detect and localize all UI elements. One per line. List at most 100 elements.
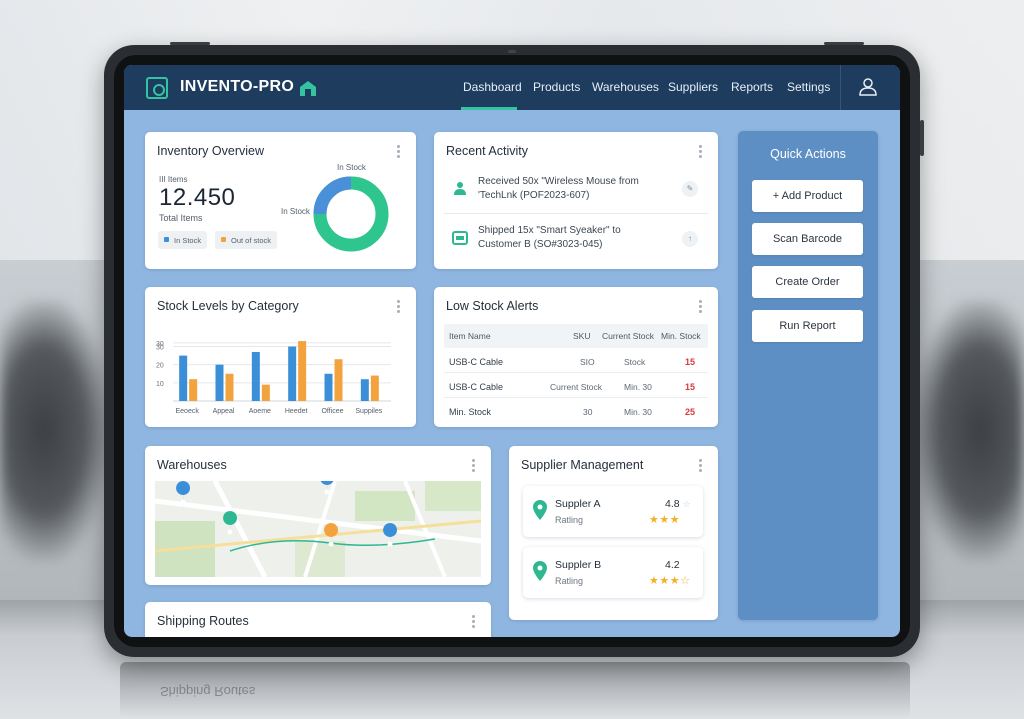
cell-current-stock: Stock [624, 357, 646, 367]
add-product-button[interactable]: + Add Product [752, 180, 863, 212]
cell-sku: Current Stock [550, 382, 602, 392]
bar [324, 373, 333, 401]
supplier-score: 4.2 [665, 559, 680, 571]
bar [288, 346, 297, 401]
supplier-rating-label: Ratling [555, 576, 584, 586]
x-tick-label: Suppiles [355, 408, 382, 415]
more-icon[interactable] [472, 615, 475, 628]
x-tick-label: Eeoeck [175, 408, 199, 415]
nav-settings[interactable]: Settings [787, 80, 830, 94]
quick-actions-title: Quick Actions [770, 147, 846, 161]
recent-activity-card: Recent Activity Received 50x "Wireless M… [434, 132, 718, 269]
supplier-name: Suppler B [555, 559, 602, 571]
more-icon[interactable] [699, 459, 702, 472]
donut-label-top: In Stock [337, 163, 366, 172]
inventory-overview-card: Inventory Overview III Items 12.450 Tota… [145, 132, 416, 269]
camera [508, 50, 516, 53]
x-tick-label: Heedet [285, 408, 308, 415]
brand-name: INVENTO-PRO [180, 78, 295, 95]
star-outline-icon: ☆ [682, 499, 691, 509]
background-chair-left [0, 300, 110, 560]
scan-box-icon [146, 77, 168, 99]
supplier-management-card: Supplier Management Suppler A Ratling 4.… [509, 446, 718, 620]
divider [444, 213, 708, 214]
more-icon[interactable] [472, 459, 475, 472]
bar [179, 355, 188, 401]
header-min-stock: Min. Stock [661, 331, 701, 341]
stock-bar-chart: 10203030Eeoeck Appeal Aoeme Heedet Officee Su… [156, 341, 391, 415]
header-sku: SKU [573, 331, 591, 341]
y-tick-label: 30 [156, 341, 164, 348]
card-title: Shipping Routes [157, 614, 249, 628]
nav-products[interactable]: Products [533, 80, 580, 94]
edit-icon[interactable]: ✎ [682, 181, 698, 197]
legend-out-of-stock: Out of stock [215, 231, 278, 249]
supplier-rating-label: Ratling [555, 515, 584, 525]
card-title: Low Stock Alerts [446, 299, 539, 313]
user-icon[interactable] [858, 77, 878, 97]
more-icon[interactable] [397, 145, 400, 158]
app-screen: INVENTO-PRO Dashboard Products Warehouse… [124, 65, 900, 637]
items-label: III Items [159, 175, 188, 184]
more-icon[interactable] [699, 145, 702, 158]
more-icon[interactable] [699, 300, 702, 313]
bar [370, 375, 379, 401]
cell-current-stock: Min. 30 [624, 407, 652, 417]
quick-actions-panel: Quick Actions + Add Product Scan Barcode… [738, 131, 878, 620]
background-chair-right [914, 300, 1024, 560]
top-nav: INVENTO-PRO Dashboard Products Warehouse… [124, 65, 900, 110]
card-title: Recent Activity [446, 144, 528, 158]
power-button [824, 42, 864, 45]
header-current-stock: Current Stock [602, 331, 654, 341]
run-report-button[interactable]: Run Report [752, 310, 863, 342]
volume-button [170, 42, 210, 45]
bar [334, 359, 343, 401]
activity-line-2: 'TechLnk (POF2023-607) [478, 190, 590, 201]
supplier-score: 4.8 ☆ [665, 498, 691, 510]
cell-item-name: USB-C Cable [449, 382, 504, 392]
cell-min-stock: 25 [685, 407, 696, 417]
bar [215, 364, 224, 401]
total-items-label: Total Items [159, 213, 203, 223]
warehouse-home-icon [300, 81, 316, 96]
nav-warehouses[interactable]: Warehouses [592, 80, 659, 94]
side-button [920, 120, 924, 156]
reflection-text: Shipping Routes [160, 684, 256, 699]
nav-suppliers[interactable]: Suppliers [668, 80, 718, 94]
warehouses-card: Warehouses [145, 446, 491, 585]
activity-item[interactable]: Received 50x "Wireless Mouse from 'TechL… [478, 175, 668, 203]
supplier-name: Suppler A [555, 498, 601, 510]
cell-item-name: USB-C Cable [449, 357, 504, 367]
supplier-card[interactable]: Suppler A Ratling 4.8 ☆ ★★★ [523, 486, 703, 537]
low-stock-card: Low Stock Alerts Item Name SKU Current S… [434, 287, 718, 427]
nav-reports[interactable]: Reports [731, 80, 773, 94]
supplier-score-value: 4.8 [665, 498, 680, 510]
stock-donut-chart [313, 176, 389, 252]
scan-barcode-button[interactable]: Scan Barcode [752, 223, 863, 255]
shipment-box-icon [452, 231, 468, 245]
card-title: Inventory Overview [157, 144, 264, 158]
stock-levels-card: Stock Levels by Category 10 20 30 30 Eeoeck A… [145, 287, 416, 427]
activity-line-2: Customer B (SO#3023-045) [478, 239, 603, 250]
x-tick-label: Aoeme [249, 408, 271, 415]
header-item-name: Item Name [449, 331, 491, 341]
rating-stars-icon: ★★★ [649, 514, 681, 526]
nav-divider [840, 65, 841, 110]
activity-line-1: Received 50x "Wireless Mouse from [478, 176, 639, 187]
supplier-card[interactable]: Suppler B Ratling 4.2 ★★★☆ [523, 547, 703, 598]
activity-item[interactable]: Shipped 15x "Smart Syeaker" to Customer … [478, 224, 668, 252]
bar [251, 351, 260, 401]
rating-stars-icon: ★★★☆ [649, 575, 691, 587]
shipping-routes-card: Shipping Routes [145, 602, 491, 637]
tablet-reflection: Shipping Routes [120, 662, 910, 719]
nav-dashboard[interactable]: Dashboard [463, 80, 522, 94]
bar [189, 379, 198, 401]
cell-item-name: Min. Stock [449, 407, 492, 417]
x-tick-label: Appeal [213, 408, 235, 415]
location-pin-icon [533, 500, 547, 520]
x-tick-label: Officee [321, 408, 343, 415]
create-order-button[interactable]: Create Order [752, 266, 863, 298]
upload-icon[interactable]: ↑ [682, 231, 698, 247]
user-receive-icon [454, 182, 466, 195]
warehouse-map[interactable] [155, 481, 481, 577]
